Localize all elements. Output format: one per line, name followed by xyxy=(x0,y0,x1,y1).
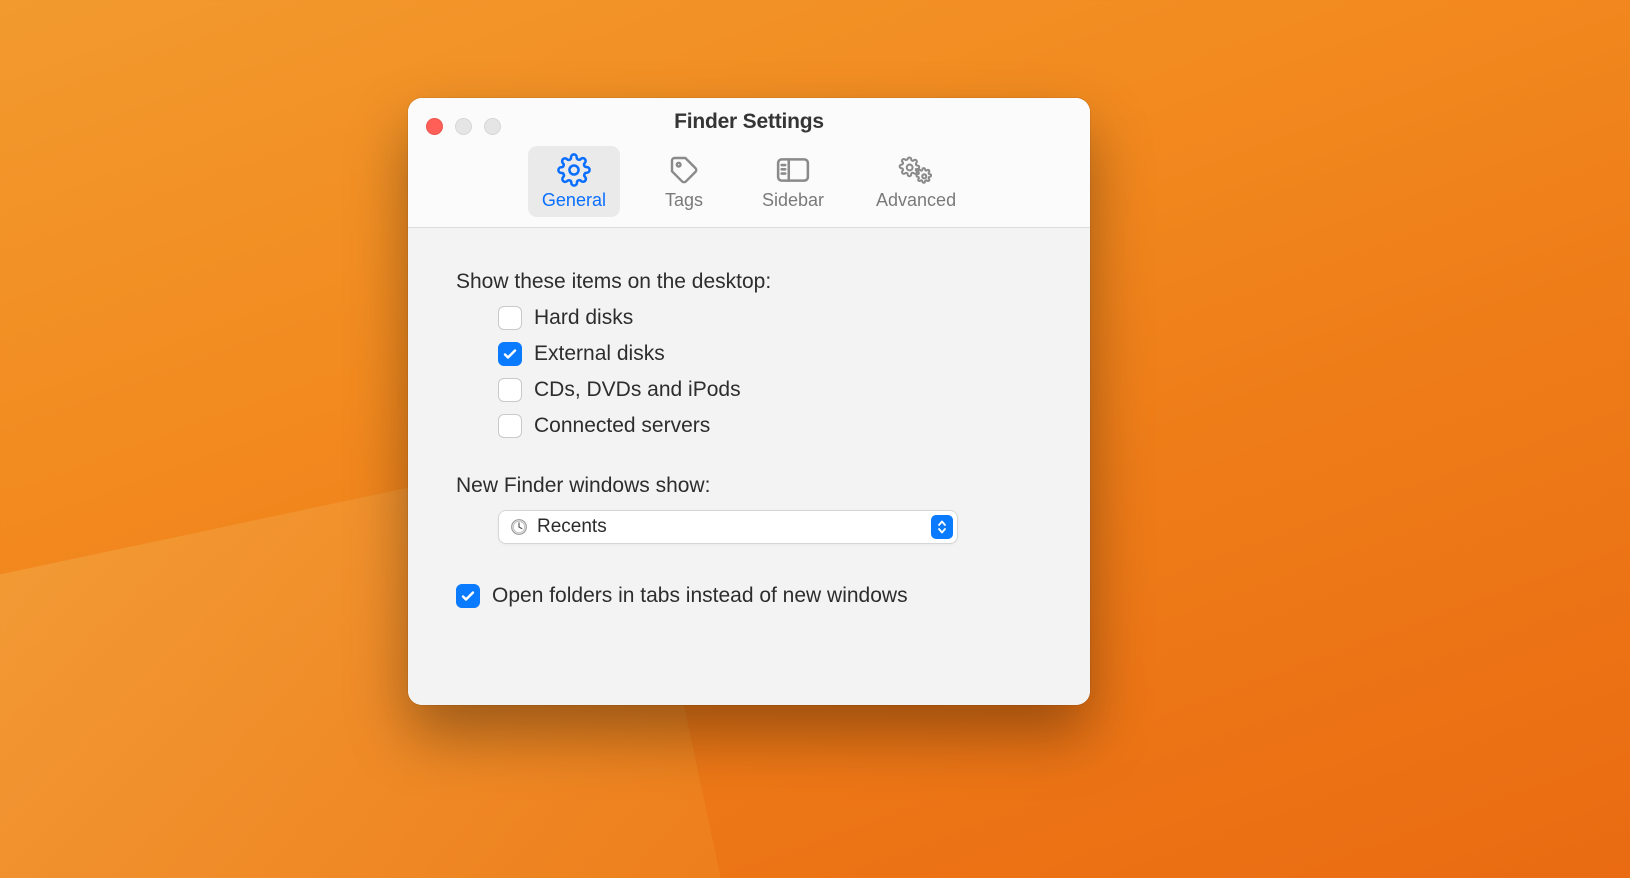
tab-label: General xyxy=(542,190,606,211)
finder-settings-window: Finder Settings General xyxy=(408,98,1090,705)
checkbox-row-connected-servers: Connected servers xyxy=(498,414,1042,438)
titlebar: Finder Settings General xyxy=(408,98,1090,228)
tab-label: Advanced xyxy=(876,190,956,211)
tab-tags[interactable]: Tags xyxy=(644,146,724,217)
checkbox-row-external-disks: External disks xyxy=(498,342,1042,366)
tab-advanced[interactable]: Advanced xyxy=(862,146,970,217)
checkbox-label: Connected servers xyxy=(534,414,710,438)
tab-general[interactable]: General xyxy=(528,146,620,217)
checkbox-open-in-tabs[interactable] xyxy=(456,584,480,608)
sidebar-icon xyxy=(774,154,812,186)
checkbox-row-cds-dvds-ipods: CDs, DVDs and iPods xyxy=(498,378,1042,402)
checkbox-cds-dvds-ipods[interactable] xyxy=(498,378,522,402)
clock-icon xyxy=(509,517,529,537)
tab-label: Sidebar xyxy=(762,190,824,211)
chevron-up-down-icon xyxy=(931,515,953,539)
new-windows-dropdown[interactable]: Recents xyxy=(498,510,958,544)
desktop-items-heading: Show these items on the desktop: xyxy=(456,270,1042,294)
new-windows-heading: New Finder windows show: xyxy=(456,474,1042,498)
checkbox-row-open-in-tabs: Open folders in tabs instead of new wind… xyxy=(456,584,1042,608)
desktop-items-list: Hard disks External disks CDs, DVDs and … xyxy=(456,306,1042,438)
checkbox-connected-servers[interactable] xyxy=(498,414,522,438)
dropdown-selected-value: Recents xyxy=(537,516,931,538)
checkbox-row-hard-disks: Hard disks xyxy=(498,306,1042,330)
preferences-body: Show these items on the desktop: Hard di… xyxy=(408,228,1090,705)
checkbox-label: CDs, DVDs and iPods xyxy=(534,378,741,402)
window-title: Finder Settings xyxy=(408,110,1090,134)
checkbox-hard-disks[interactable] xyxy=(498,306,522,330)
new-windows-dropdown-container: Recents xyxy=(456,510,1042,544)
tab-label: Tags xyxy=(665,190,703,211)
checkbox-label: External disks xyxy=(534,342,665,366)
minimize-button[interactable] xyxy=(455,118,472,135)
preferences-toolbar: General Tags xyxy=(408,146,1090,217)
checkbox-label: Hard disks xyxy=(534,306,633,330)
checkbox-external-disks[interactable] xyxy=(498,342,522,366)
traffic-lights xyxy=(426,118,501,135)
gears-icon xyxy=(897,154,935,186)
close-button[interactable] xyxy=(426,118,443,135)
maximize-button[interactable] xyxy=(484,118,501,135)
gear-icon xyxy=(555,154,593,186)
tab-sidebar[interactable]: Sidebar xyxy=(748,146,838,217)
checkbox-label: Open folders in tabs instead of new wind… xyxy=(492,584,908,608)
tag-icon xyxy=(665,154,703,186)
